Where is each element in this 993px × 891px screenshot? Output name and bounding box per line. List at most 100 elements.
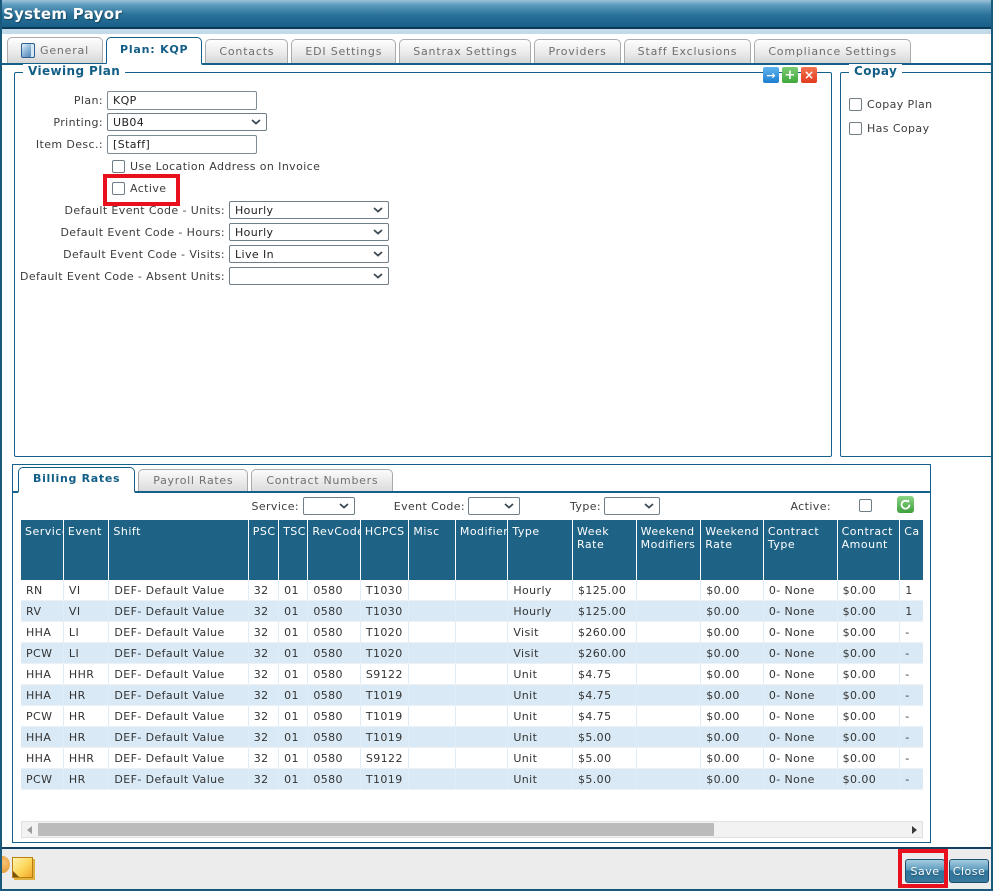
table-cell: DEF- Default Value xyxy=(109,664,248,685)
main-tab-bar: GeneralPlan: KQPContactsEDI SettingsSant… xyxy=(2,34,991,65)
save-button[interactable]: Save xyxy=(905,859,945,883)
table-cell: Unit xyxy=(508,769,573,790)
viewing-plan-form: Plan: Printing: UB04 Item Desc.: Use Loc… xyxy=(15,73,831,285)
scroll-right-arrow-icon[interactable] xyxy=(912,826,917,834)
plan-input[interactable] xyxy=(107,91,257,110)
table-cell: DEF- Default Value xyxy=(109,601,248,622)
dec-hours-select[interactable]: Hourly xyxy=(229,223,389,241)
has-copay-checkbox[interactable] xyxy=(849,122,862,135)
type-filter-select[interactable] xyxy=(604,497,660,515)
table-cell: 32 xyxy=(248,622,278,643)
column-header-weekend-rate[interactable]: Weekend Rate xyxy=(701,520,764,580)
table-row[interactable]: PCWHRDEF- Default Value32010580T1019Unit… xyxy=(21,706,923,727)
table-row[interactable]: PCWHRDEF- Default Value32010580T1019Unit… xyxy=(21,769,923,790)
tab-providers[interactable]: Providers xyxy=(534,39,620,63)
column-header-week-rate[interactable]: Week Rate xyxy=(572,520,636,580)
column-header-misc[interactable]: Misc xyxy=(409,520,455,580)
table-cell: DEF- Default Value xyxy=(109,580,248,601)
rates-tab-payroll-rates[interactable]: Payroll Rates xyxy=(138,469,248,491)
table-cell xyxy=(409,580,455,601)
column-header-revcode[interactable]: RevCode xyxy=(308,520,361,580)
column-header-ca[interactable]: Ca xyxy=(900,520,923,580)
column-header-weekend-modifiers[interactable]: Weekend Modifiers xyxy=(636,520,701,580)
printing-select[interactable]: UB04 xyxy=(107,113,267,131)
table-row[interactable]: RVVIDEF- Default Value32010580T1030Hourl… xyxy=(21,601,923,622)
table-cell: 32 xyxy=(248,706,278,727)
table-cell: Unit xyxy=(508,748,573,769)
table-row[interactable]: HHALIDEF- Default Value32010580T1020Visi… xyxy=(21,622,923,643)
tab-label: Staff Exclusions xyxy=(638,45,738,58)
rates-tab-contract-numbers[interactable]: Contract Numbers xyxy=(251,469,393,491)
scrollbar-thumb[interactable] xyxy=(38,823,714,836)
column-header-hcpcs[interactable]: HCPCS xyxy=(360,520,408,580)
column-header-type[interactable]: Type xyxy=(508,520,573,580)
table-row[interactable]: HHAHHRDEF- Default Value32010580S9122Uni… xyxy=(21,664,923,685)
table-cell xyxy=(409,685,455,706)
table-cell: 01 xyxy=(279,748,308,769)
table-cell: $0.00 xyxy=(701,580,764,601)
go-arrow-icon[interactable]: → xyxy=(763,67,779,83)
table-cell: $4.75 xyxy=(572,706,636,727)
table-cell xyxy=(409,769,455,790)
table-row[interactable]: HHAHHRDEF- Default Value32010580S9122Uni… xyxy=(21,748,923,769)
table-cell: $0.00 xyxy=(837,601,900,622)
column-header-service[interactable]: Service xyxy=(21,520,63,580)
table-cell: $0.00 xyxy=(837,769,900,790)
viewing-plan-toolbar: → + × xyxy=(763,67,817,83)
column-header-contract-amount[interactable]: Contract Amount xyxy=(837,520,900,580)
dec-units-select[interactable]: Hourly xyxy=(229,201,389,219)
use-location-checkbox[interactable] xyxy=(112,160,125,173)
table-cell xyxy=(455,580,508,601)
dec-visits-select[interactable]: Live In xyxy=(229,245,389,263)
tab-plan-kqp[interactable]: Plan: KQP xyxy=(106,37,202,65)
dec-visits-row: Default Event Code - Visits: Live In xyxy=(17,245,831,263)
table-row[interactable]: HHAHRDEF- Default Value32010580T1019Unit… xyxy=(21,685,923,706)
tab-contacts[interactable]: Contacts xyxy=(205,39,288,63)
column-header-shift[interactable]: Shift xyxy=(109,520,248,580)
column-header-psc[interactable]: PSC xyxy=(248,520,278,580)
tab-label: Providers xyxy=(548,45,606,58)
table-cell xyxy=(409,664,455,685)
event-code-filter-select[interactable] xyxy=(468,497,520,515)
tab-edi-settings[interactable]: EDI Settings xyxy=(291,39,396,63)
tab-general[interactable]: General xyxy=(7,37,103,63)
table-cell: PCW xyxy=(21,706,63,727)
table-cell: HHA xyxy=(21,727,63,748)
table-cell: $4.75 xyxy=(572,664,636,685)
active-filter-checkbox[interactable] xyxy=(859,499,872,512)
active-checkbox[interactable] xyxy=(112,182,125,195)
column-header-tsc[interactable]: TSC xyxy=(279,520,308,580)
table-cell xyxy=(636,706,701,727)
refresh-icon[interactable] xyxy=(897,496,914,513)
table-cell xyxy=(636,622,701,643)
add-icon[interactable]: + xyxy=(782,67,798,83)
help-icon[interactable] xyxy=(0,856,10,873)
tab-staff-exclusions[interactable]: Staff Exclusions xyxy=(624,39,752,63)
dec-absent-select[interactable] xyxy=(229,267,389,285)
delete-icon[interactable]: × xyxy=(801,67,817,83)
table-row[interactable]: HHAHRDEF- Default Value32010580T1019Unit… xyxy=(21,727,923,748)
notes-icon[interactable] xyxy=(12,857,33,878)
table-cell: 32 xyxy=(248,769,278,790)
close-button[interactable]: Close xyxy=(949,859,989,883)
table-cell xyxy=(455,769,508,790)
scroll-left-arrow-icon[interactable] xyxy=(27,826,32,834)
refresh-arrow-glyph xyxy=(900,499,911,510)
horizontal-scrollbar[interactable] xyxy=(21,821,923,838)
tab-compliance-settings[interactable]: Compliance Settings xyxy=(754,39,911,63)
table-row[interactable]: RNVIDEF- Default Value32010580T1030Hourl… xyxy=(21,580,923,601)
item-desc-input[interactable] xyxy=(107,135,257,154)
copay-plan-checkbox[interactable] xyxy=(849,98,862,111)
table-cell: $0.00 xyxy=(701,769,764,790)
table-cell: $0.00 xyxy=(701,727,764,748)
table-cell: DEF- Default Value xyxy=(109,706,248,727)
rates-tab-billing-rates[interactable]: Billing Rates xyxy=(18,467,135,493)
column-header-contract-type[interactable]: Contract Type xyxy=(763,520,837,580)
tab-santrax-settings[interactable]: Santrax Settings xyxy=(399,39,531,63)
service-filter-select[interactable] xyxy=(303,497,355,515)
table-cell: 0- None xyxy=(763,580,837,601)
dec-visits-label: Default Event Code - Visits: xyxy=(17,248,229,261)
column-header-modifiers[interactable]: Modifiers xyxy=(455,520,508,580)
table-row[interactable]: PCWLIDEF- Default Value32010580T1020Visi… xyxy=(21,643,923,664)
column-header-event[interactable]: Event xyxy=(63,520,108,580)
